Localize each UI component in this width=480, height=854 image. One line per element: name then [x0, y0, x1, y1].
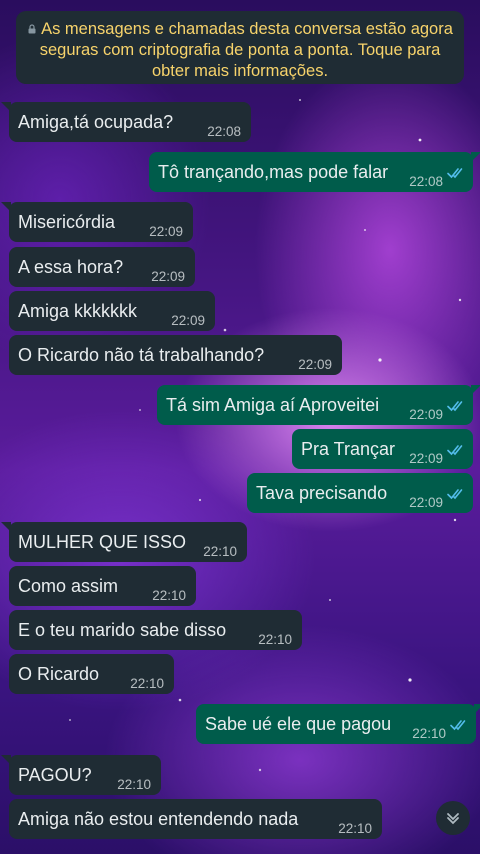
- message-text: O Ricardo não tá trabalhando?: [18, 345, 265, 365]
- outgoing-message[interactable]: Pra Trançar 22:09: [292, 429, 473, 469]
- message-time: 22:08: [409, 174, 443, 189]
- incoming-message[interactable]: Amiga kkkkkkk 22:09: [9, 291, 215, 331]
- message-text: MULHER QUE ISSO: [18, 532, 187, 552]
- incoming-message[interactable]: Como assim 22:10: [9, 566, 196, 606]
- outgoing-message[interactable]: Tô trançando,mas pode falar 22:08: [149, 152, 480, 192]
- message-time: 22:09: [409, 495, 443, 510]
- message-time: 22:10: [338, 821, 372, 836]
- message-text: PAGOU?: [18, 765, 92, 785]
- scroll-to-bottom-button[interactable]: [436, 801, 470, 835]
- outgoing-message[interactable]: Sabe ué ele que pagou 22:10: [196, 704, 480, 744]
- message-text: Tô trançando,mas pode falar: [158, 162, 389, 182]
- message-time: 22:09: [298, 357, 332, 372]
- message-text: Amiga não estou entendendo nada: [18, 809, 299, 829]
- encryption-banner-text: As mensagens e chamadas desta conversa e…: [39, 20, 453, 80]
- incoming-message[interactable]: PAGOU? 22:10: [1, 755, 161, 795]
- double-check-icon: [447, 489, 463, 500]
- message-text: Como assim: [18, 576, 119, 596]
- incoming-message[interactable]: A essa hora? 22:09: [9, 247, 195, 287]
- message-text: E o teu marido sabe disso: [18, 620, 227, 640]
- double-check-icon: [447, 168, 463, 179]
- double-check-icon: [447, 445, 463, 456]
- message-text: A essa hora?: [18, 257, 124, 277]
- message-time: 22:10: [258, 632, 292, 647]
- message-text: Tá sim Amiga aí Aproveitei: [166, 395, 380, 415]
- message-text: O Ricardo: [18, 664, 100, 684]
- message-time: 22:10: [412, 726, 446, 741]
- incoming-message[interactable]: MULHER QUE ISSO 22:10: [1, 522, 247, 562]
- incoming-message[interactable]: E o teu marido sabe disso 22:10: [9, 610, 302, 650]
- encryption-banner[interactable]: As mensagens e chamadas desta conversa e…: [16, 11, 464, 84]
- message-text: Pra Trançar: [301, 439, 396, 459]
- incoming-message[interactable]: O Ricardo não tá trabalhando? 22:09: [9, 335, 342, 375]
- message-text: Sabe ué ele que pagou: [205, 714, 392, 734]
- incoming-message[interactable]: Misericórdia 22:09: [1, 202, 193, 242]
- message-text: Amiga kkkkkkk: [18, 301, 138, 321]
- message-time: 22:10: [203, 544, 237, 559]
- double-check-icon: [447, 401, 463, 412]
- message-text: Amiga,tá ocupada?: [18, 112, 174, 132]
- outgoing-message[interactable]: Tava precisando 22:09: [247, 473, 473, 513]
- outgoing-message[interactable]: Tá sim Amiga aí Aproveitei 22:09: [157, 385, 480, 425]
- message-time: 22:10: [130, 676, 164, 691]
- incoming-message[interactable]: O Ricardo 22:10: [9, 654, 174, 694]
- double-check-icon: [450, 720, 466, 731]
- incoming-message[interactable]: Amiga não estou entendendo nada 22:10: [9, 799, 382, 839]
- message-time: 22:08: [207, 124, 241, 139]
- lock-icon: [28, 24, 36, 34]
- message-text: Misericórdia: [18, 212, 116, 232]
- message-text: Tava precisando: [256, 483, 388, 503]
- incoming-message[interactable]: Amiga,tá ocupada? 22:08: [1, 102, 251, 142]
- chevron-down-double-icon: [447, 813, 459, 825]
- message-time: 22:09: [149, 224, 183, 239]
